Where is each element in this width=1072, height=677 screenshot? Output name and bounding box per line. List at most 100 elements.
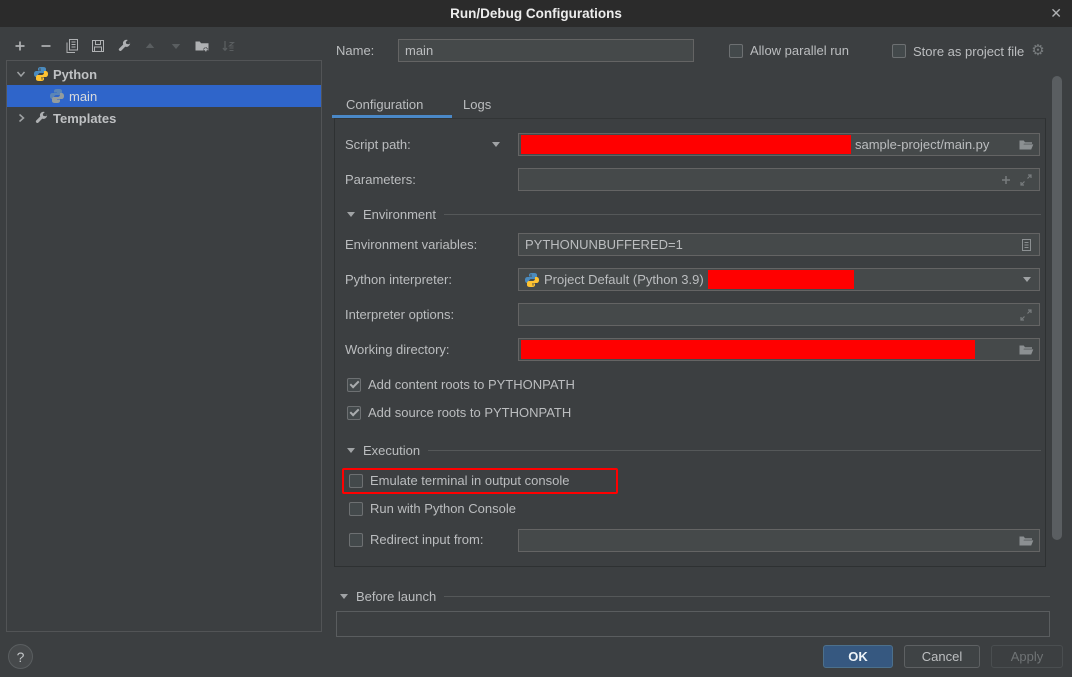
expand-field-icon[interactable] bbox=[1018, 307, 1034, 323]
allow-parallel-run-label: Allow parallel run bbox=[750, 43, 849, 58]
execution-section-header[interactable]: Execution bbox=[347, 443, 1041, 458]
interpreter-label: Python interpreter: bbox=[345, 272, 452, 287]
tree-item-main-config[interactable]: main bbox=[7, 85, 321, 107]
add-icon[interactable] bbox=[12, 38, 28, 54]
add-macro-plus-icon[interactable] bbox=[998, 172, 1014, 188]
add-content-roots-label: Add content roots to PYTHONPATH bbox=[368, 377, 575, 392]
folder-browse-icon[interactable] bbox=[1018, 342, 1034, 358]
apply-button[interactable]: Apply bbox=[991, 645, 1063, 668]
configurations-tree: Python main Templates bbox=[6, 60, 322, 632]
move-up-icon[interactable] bbox=[142, 38, 158, 54]
edit-defaults-wrench-icon[interactable] bbox=[116, 38, 132, 54]
tree-item-python-group[interactable]: Python bbox=[7, 63, 321, 85]
folder-browse-icon[interactable] bbox=[1018, 533, 1034, 549]
run-with-python-console-label: Run with Python Console bbox=[370, 501, 516, 516]
emulate-terminal-checkbox[interactable] bbox=[349, 474, 363, 488]
script-path-dropdown-icon[interactable] bbox=[492, 142, 500, 147]
execution-section-title: Execution bbox=[363, 443, 420, 458]
tab-configuration[interactable]: Configuration bbox=[346, 97, 423, 112]
python-logo-icon bbox=[33, 66, 49, 82]
interpreter-value: Project Default (Python 3.9) bbox=[544, 272, 704, 287]
interpreter-options-field[interactable] bbox=[518, 303, 1040, 326]
allow-parallel-run-option[interactable]: Allow parallel run bbox=[729, 43, 849, 58]
dialog-titlebar: Run/Debug Configurations ✕ bbox=[0, 0, 1072, 27]
store-as-project-file-label: Store as project file bbox=[913, 44, 1024, 59]
interpreter-options-label: Interpreter options: bbox=[345, 307, 454, 322]
close-icon[interactable]: ✕ bbox=[1050, 5, 1062, 22]
folder-browse-icon[interactable] bbox=[1018, 137, 1034, 153]
parameters-label: Parameters: bbox=[345, 172, 416, 187]
emulate-terminal-label: Emulate terminal in output console bbox=[370, 473, 569, 488]
add-content-roots-option[interactable]: Add content roots to PYTHONPATH bbox=[347, 377, 575, 392]
before-launch-title: Before launch bbox=[356, 589, 436, 604]
configurations-toolbar bbox=[12, 38, 236, 54]
store-as-project-file-option[interactable]: Store as project file ⚙ bbox=[892, 43, 1045, 59]
add-source-roots-checkbox[interactable] bbox=[347, 406, 361, 420]
cancel-button[interactable]: Cancel bbox=[904, 645, 980, 668]
move-down-icon[interactable] bbox=[168, 38, 184, 54]
configuration-panel: Script path: sample-project/main.py Para… bbox=[334, 118, 1046, 567]
env-vars-label: Environment variables: bbox=[345, 237, 477, 252]
vertical-scrollbar[interactable] bbox=[1052, 76, 1062, 540]
remove-icon[interactable] bbox=[38, 38, 54, 54]
script-path-label: Script path: bbox=[345, 137, 411, 152]
gear-icon[interactable]: ⚙ bbox=[1031, 43, 1044, 59]
redirect-input-label: Redirect input from: bbox=[370, 532, 483, 547]
redacted-region bbox=[521, 135, 851, 154]
interpreter-combobox[interactable]: Project Default (Python 3.9) bbox=[518, 268, 1040, 291]
run-with-python-console-option[interactable]: Run with Python Console bbox=[349, 501, 516, 516]
new-folder-icon[interactable] bbox=[194, 38, 210, 54]
add-source-roots-option[interactable]: Add source roots to PYTHONPATH bbox=[347, 405, 571, 420]
dialog-title: Run/Debug Configurations bbox=[450, 6, 622, 21]
redacted-region bbox=[521, 340, 975, 359]
allow-parallel-run-checkbox[interactable] bbox=[729, 44, 743, 58]
chevron-down-icon[interactable] bbox=[1023, 277, 1031, 282]
chevron-right-icon[interactable] bbox=[15, 112, 27, 124]
script-path-field[interactable]: sample-project/main.py bbox=[518, 133, 1040, 156]
store-as-project-file-checkbox[interactable] bbox=[892, 44, 906, 58]
tab-logs[interactable]: Logs bbox=[463, 97, 491, 112]
env-vars-field[interactable]: PYTHONUNBUFFERED=1 bbox=[518, 233, 1040, 256]
copy-icon[interactable] bbox=[64, 38, 80, 54]
name-input[interactable] bbox=[398, 39, 694, 62]
working-dir-field[interactable] bbox=[518, 338, 1040, 361]
redirect-input-option[interactable]: Redirect input from: bbox=[349, 532, 483, 547]
ok-button[interactable]: OK bbox=[823, 645, 893, 668]
script-path-value: sample-project/main.py bbox=[855, 137, 989, 152]
environment-section-title: Environment bbox=[363, 207, 436, 222]
tree-item-label: Python bbox=[53, 67, 97, 82]
section-divider bbox=[444, 596, 1050, 597]
tree-item-templates-group[interactable]: Templates bbox=[7, 107, 321, 129]
redirect-input-checkbox[interactable] bbox=[349, 533, 363, 547]
redacted-region bbox=[708, 270, 854, 289]
before-launch-section-header[interactable]: Before launch bbox=[340, 589, 1050, 604]
parameters-field[interactable] bbox=[518, 168, 1040, 191]
before-launch-task-list[interactable] bbox=[336, 611, 1050, 637]
edit-variables-list-icon[interactable] bbox=[1018, 237, 1034, 253]
templates-wrench-icon bbox=[33, 110, 49, 126]
environment-section-header[interactable]: Environment bbox=[347, 207, 1041, 222]
save-icon[interactable] bbox=[90, 38, 106, 54]
expand-field-icon[interactable] bbox=[1018, 172, 1034, 188]
working-dir-label: Working directory: bbox=[345, 342, 450, 357]
collapse-triangle-icon[interactable] bbox=[340, 594, 348, 599]
env-vars-value: PYTHONUNBUFFERED=1 bbox=[525, 237, 683, 252]
collapse-triangle-icon[interactable] bbox=[347, 212, 355, 217]
help-button[interactable]: ? bbox=[8, 644, 33, 669]
tree-item-label: Templates bbox=[53, 111, 116, 126]
add-content-roots-checkbox[interactable] bbox=[347, 378, 361, 392]
run-with-python-console-checkbox[interactable] bbox=[349, 502, 363, 516]
redirect-input-field[interactable] bbox=[518, 529, 1040, 552]
section-divider bbox=[444, 214, 1041, 215]
name-label: Name: bbox=[336, 43, 374, 58]
tree-item-label: main bbox=[69, 89, 97, 104]
help-icon: ? bbox=[17, 649, 25, 665]
collapse-triangle-icon[interactable] bbox=[347, 448, 355, 453]
section-divider bbox=[428, 450, 1041, 451]
add-source-roots-label: Add source roots to PYTHONPATH bbox=[368, 405, 571, 420]
chevron-down-icon[interactable] bbox=[15, 68, 27, 80]
python-logo-icon bbox=[524, 272, 540, 288]
sort-icon[interactable] bbox=[220, 38, 236, 54]
emulate-terminal-option[interactable]: Emulate terminal in output console bbox=[349, 473, 569, 488]
python-run-config-icon bbox=[49, 88, 65, 104]
